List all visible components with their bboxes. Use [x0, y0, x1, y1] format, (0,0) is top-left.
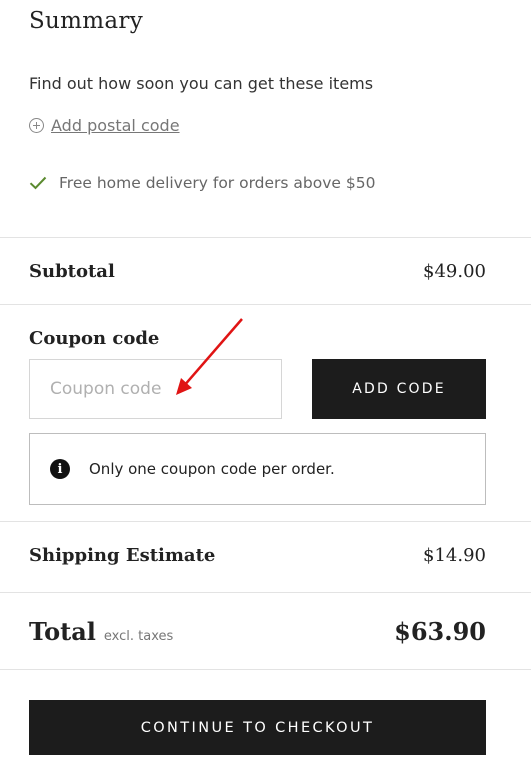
divider — [0, 669, 531, 670]
coupon-code-input[interactable] — [29, 359, 282, 419]
free-delivery-info: Free home delivery for orders above $50 — [29, 174, 375, 192]
add-postal-code-link[interactable]: Add postal code — [29, 116, 180, 135]
summary-title: Summary — [29, 8, 143, 34]
add-code-button[interactable]: ADD CODE — [312, 359, 486, 419]
plus-circle-icon — [29, 118, 44, 133]
coupon-notice-text: Only one coupon code per order. — [89, 460, 335, 478]
free-delivery-text: Free home delivery for orders above $50 — [59, 174, 376, 192]
total-label: Total — [29, 617, 96, 646]
delivery-estimate-prompt: Find out how soon you can get these item… — [29, 74, 374, 93]
divider — [0, 592, 531, 593]
total-tax-note: excl. taxes — [103, 629, 174, 644]
shipping-estimate-value: $14.90 — [423, 545, 486, 566]
total-label-group: Total excl. taxes — [29, 617, 173, 646]
continue-to-checkout-button[interactable]: CONTINUE TO CHECKOUT — [29, 700, 486, 755]
subtotal-value: $49.00 — [423, 261, 486, 282]
subtotal-label: Subtotal — [29, 261, 115, 282]
coupon-notice: i Only one coupon code per order. — [29, 433, 486, 505]
divider — [0, 521, 531, 522]
total-value: $63.90 — [394, 617, 486, 646]
coupon-heading: Coupon code — [29, 328, 160, 349]
divider — [0, 304, 531, 305]
shipping-estimate-label: Shipping Estimate — [29, 545, 216, 566]
add-postal-code-label[interactable]: Add postal code — [51, 116, 180, 135]
check-icon — [29, 176, 47, 190]
info-icon: i — [50, 459, 70, 479]
divider — [0, 237, 531, 238]
